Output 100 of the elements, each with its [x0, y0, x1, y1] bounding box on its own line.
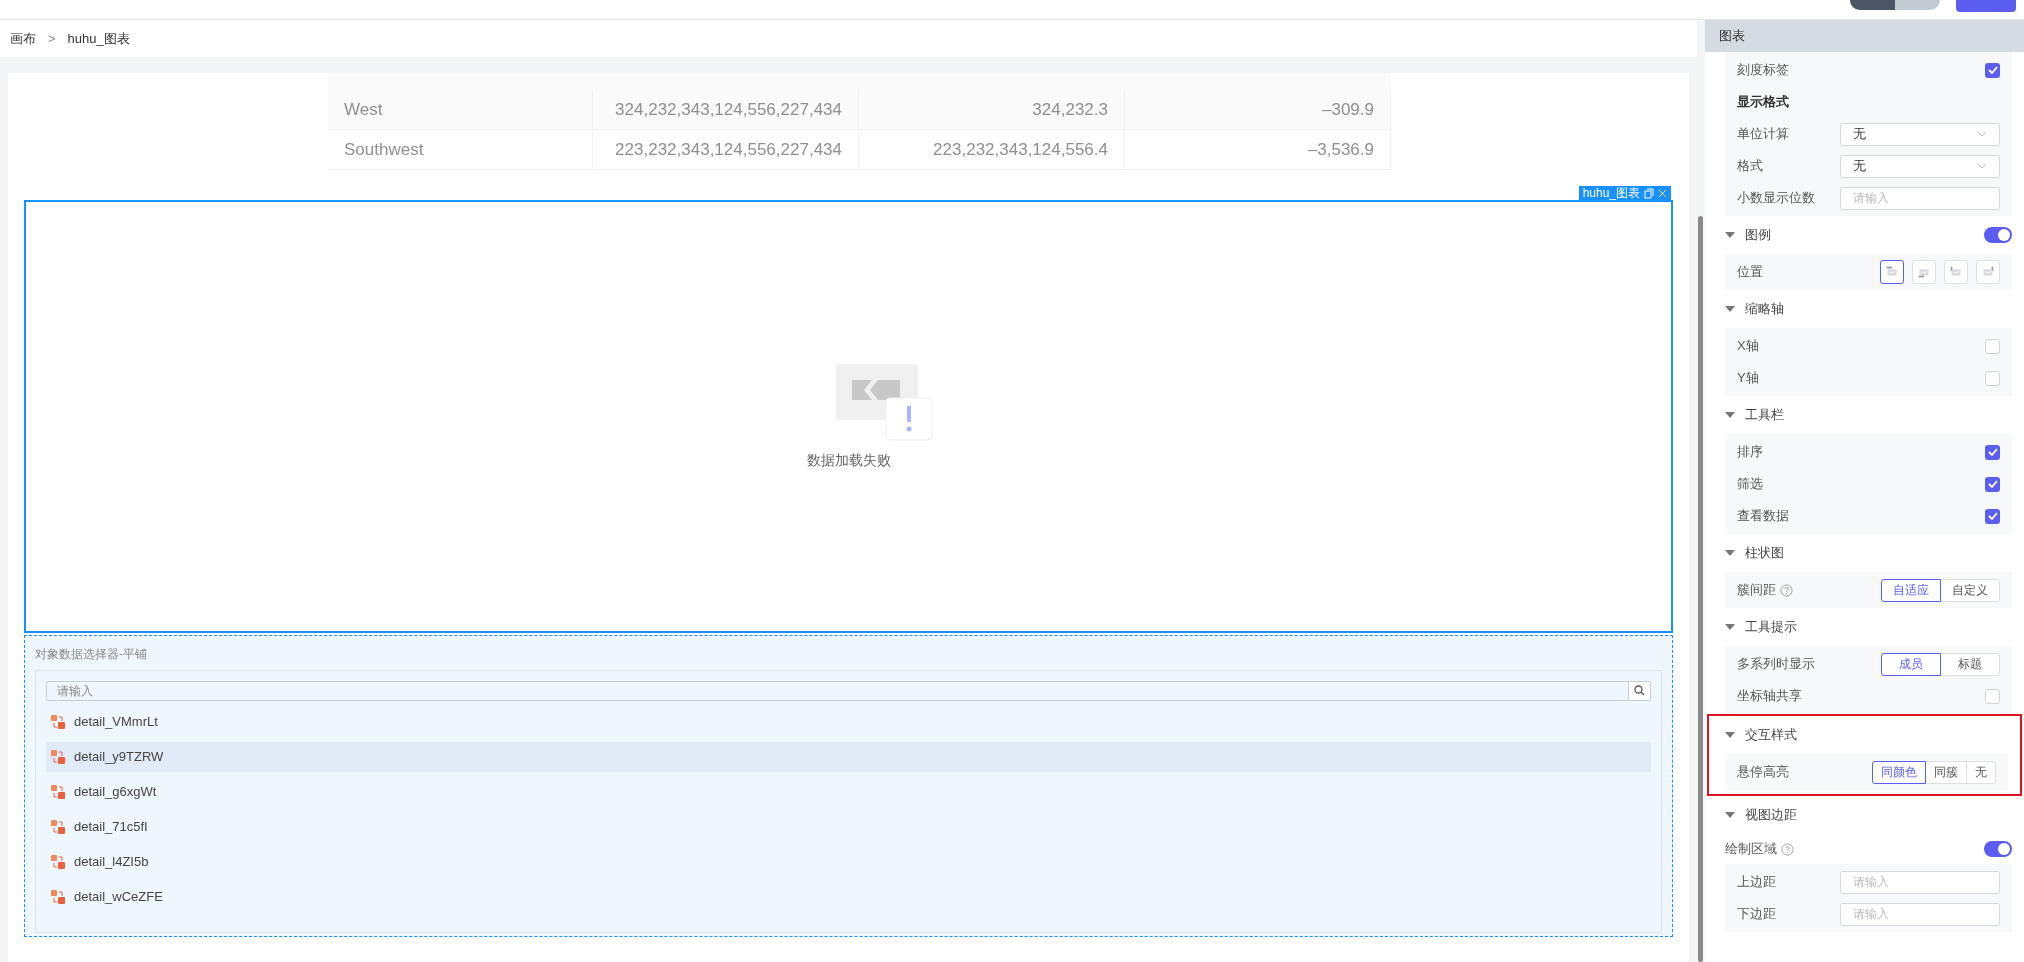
field-label: 下边距	[1737, 905, 1776, 924]
caret-icon[interactable]	[1725, 549, 1735, 557]
field-label: Y轴	[1737, 369, 1759, 388]
caret-icon[interactable]	[1725, 731, 1735, 739]
close-icon[interactable]	[1658, 188, 1667, 198]
input-field[interactable]: 请输入	[1840, 902, 2000, 926]
table-cell: 324,232,343,124,556,227,434	[593, 90, 859, 129]
checkbox[interactable]	[1985, 62, 2000, 78]
chevron-down-icon	[1977, 163, 1987, 169]
segment-option[interactable]: 无	[1966, 760, 1996, 784]
section-title[interactable]: 视图边距	[1745, 805, 1797, 825]
section-title[interactable]: 工具提示	[1745, 617, 1797, 637]
dataset-icon	[50, 748, 66, 765]
segment-option[interactable]: 同簇	[1925, 760, 1967, 784]
caret-icon[interactable]	[1725, 231, 1735, 239]
section-title[interactable]: 交互样式	[1745, 725, 1797, 745]
breadcrumb-item[interactable]: huhu_图表	[67, 28, 130, 49]
field-label: 位置	[1737, 263, 1763, 282]
checkbox[interactable]	[1985, 476, 2000, 492]
table-cell: –309.9	[1125, 90, 1391, 129]
field-label: X轴	[1737, 337, 1759, 356]
list-item[interactable]: detail_wCeZFE	[46, 881, 1651, 912]
widget-title: 对象数据选择器-平铺	[35, 647, 147, 661]
error-message: 数据加载失败	[806, 451, 891, 470]
item-label: detail_71c5fI	[74, 817, 148, 836]
segment-option[interactable]: 成员	[1881, 652, 1941, 676]
dataset-icon	[50, 888, 66, 905]
field-label: 簇间距	[1737, 581, 1776, 600]
item-label: detail_l4ZI5b	[74, 852, 149, 871]
list-item[interactable]: detail_g6xgWt	[46, 776, 1651, 807]
list-item[interactable]: detail_y9TZRW	[46, 741, 1651, 772]
field-label: 查看数据	[1737, 507, 1789, 526]
item-label: detail_VMmrLt	[74, 712, 158, 731]
caret-icon[interactable]	[1725, 411, 1735, 419]
field-label: 悬停高亮	[1737, 763, 1789, 782]
panel-title: 图表	[1719, 27, 1745, 46]
search-field[interactable]: 请输入	[46, 680, 1629, 701]
chart-widget[interactable]: 数据加载失败	[24, 200, 1673, 633]
select-field[interactable]: 无	[1840, 122, 2000, 146]
table-cell: West	[328, 90, 593, 129]
table-cell: 223,232,343,124,556.4	[859, 130, 1125, 169]
list-item[interactable]: detail_l4ZI5b	[46, 846, 1651, 877]
mode-toggle[interactable]	[1850, 0, 1940, 10]
item-label: detail_wCeZFE	[74, 887, 163, 906]
broken-data-icon	[833, 362, 934, 442]
checkbox[interactable]	[1985, 444, 2000, 460]
search-button[interactable]	[1629, 680, 1651, 701]
caret-icon[interactable]	[1725, 305, 1735, 313]
scrollbar-thumb[interactable]	[1698, 216, 1703, 962]
chevron-down-icon	[1977, 131, 1987, 137]
checkbox[interactable]	[1985, 338, 2000, 354]
item-label: detail_y9TZRW	[74, 747, 164, 766]
checkbox[interactable]	[1985, 370, 2000, 386]
check-icon	[1987, 448, 1998, 456]
section-title[interactable]: 图例	[1745, 225, 1771, 245]
copy-icon[interactable]	[1644, 187, 1654, 199]
input-field[interactable]: 请输入	[1840, 870, 2000, 894]
checkbox[interactable]	[1985, 688, 2000, 704]
input-field[interactable]: 请输入	[1840, 186, 2000, 210]
dataset-icon	[50, 713, 66, 730]
checkbox[interactable]	[1985, 508, 2000, 524]
field-label: 格式	[1737, 157, 1763, 176]
field-label: 小数显示位数	[1737, 189, 1815, 208]
dataset-icon	[50, 853, 66, 870]
table-cell: 223,232,343,124,556,227,434	[593, 130, 859, 169]
caret-icon[interactable]	[1725, 811, 1735, 819]
section-title[interactable]: 缩略轴	[1745, 299, 1784, 319]
field-label: 多系列时显示	[1737, 655, 1815, 674]
field-label: 绘制区域	[1725, 840, 1777, 859]
list-item[interactable]: detail_VMmrLt	[46, 706, 1651, 737]
segment-option[interactable]: 自适应	[1881, 578, 1941, 602]
breadcrumb-separator: >	[48, 29, 56, 48]
field-label: 单位计算	[1737, 125, 1789, 144]
section-title[interactable]: 柱状图	[1745, 543, 1784, 563]
field-label: 筛选	[1737, 475, 1763, 494]
caret-icon[interactable]	[1725, 623, 1735, 631]
field-label: 坐标轴共享	[1737, 687, 1802, 706]
section-title[interactable]: 工具栏	[1745, 405, 1784, 425]
list-item[interactable]: detail_71c5fI	[46, 811, 1651, 842]
field-label: 排序	[1737, 443, 1763, 462]
check-icon	[1987, 66, 1998, 74]
dataset-icon	[50, 783, 66, 800]
segment-option[interactable]: 自定义	[1940, 578, 2000, 602]
select-field[interactable]: 无	[1840, 154, 2000, 178]
table-cell: Southwest	[328, 130, 593, 169]
field-label: 刻度标签	[1737, 61, 1789, 80]
segment-option[interactable]: 标题	[1940, 652, 2000, 676]
field-label: 上边距	[1737, 873, 1776, 892]
search-icon[interactable]	[1634, 685, 1645, 696]
toggle-switch[interactable]	[1984, 227, 2012, 243]
check-icon	[1987, 480, 1998, 488]
segment-option[interactable]: 同颜色	[1872, 760, 1926, 784]
legend-position-button[interactable]	[1880, 260, 1904, 284]
group-heading: 显示格式	[1737, 93, 1789, 112]
table-cell: –3,536.9	[1125, 130, 1391, 169]
toggle-switch[interactable]	[1984, 841, 2012, 857]
item-label: detail_g6xgWt	[74, 782, 157, 801]
breadcrumb-item[interactable]: 画布	[10, 28, 36, 49]
table-cell: 324,232.3	[859, 90, 1125, 129]
widget-name: huhu_图表	[1582, 185, 1640, 202]
